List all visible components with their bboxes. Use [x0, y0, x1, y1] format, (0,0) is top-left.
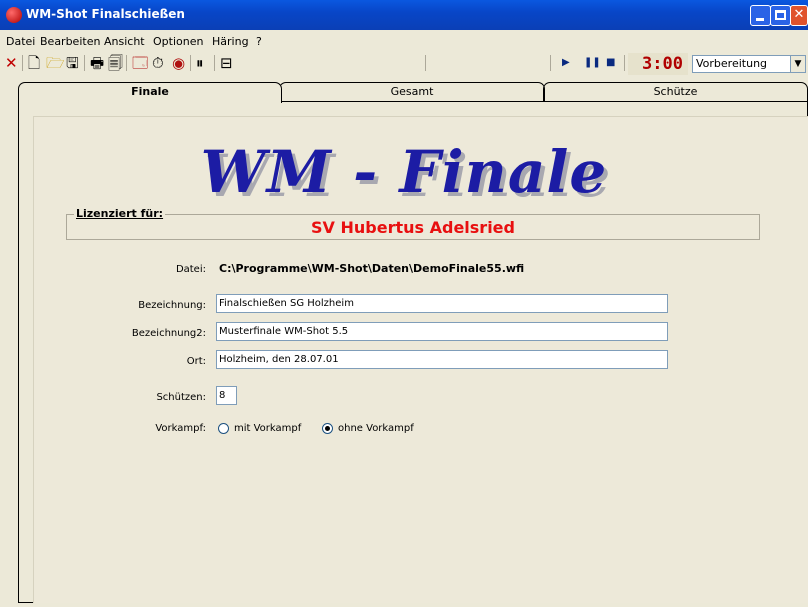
save-icon[interactable]: 🖫: [66, 54, 79, 72]
maximize-button[interactable]: [770, 5, 791, 26]
play-icon[interactable]: ▶: [562, 54, 570, 72]
new-doc-icon[interactable]: 🗋: [28, 54, 40, 72]
print-icon[interactable]: 🖶: [90, 54, 104, 72]
tab-finale[interactable]: Finale: [18, 82, 282, 103]
ort-label: Ort:: [186, 356, 206, 367]
file-path: C:\Programme\WM-Shot\Daten\DemoFinale55.…: [219, 262, 525, 275]
toolbar-separator: [624, 55, 625, 71]
menu-bearbeiten[interactable]: Bearbeiten: [40, 35, 100, 48]
stopwatch-icon[interactable]: ⏱: [152, 54, 164, 72]
menu-help[interactable]: ?: [256, 35, 262, 48]
toolbar-separator: [84, 55, 85, 71]
schuetzen-label: Schützen:: [156, 392, 206, 403]
ort-field[interactable]: Holzheim, den 28.07.01: [216, 350, 668, 369]
bezeichnung2-label: Bezeichnung2:: [131, 328, 206, 339]
radio-ohne-vorkampf[interactable]: [322, 423, 333, 434]
print-preview-icon[interactable]: 🗐: [108, 54, 123, 72]
mode-select[interactable]: Vorbereitung ▼: [692, 55, 806, 73]
chevron-down-icon[interactable]: ▼: [790, 56, 805, 72]
file-label: Datei:: [175, 264, 206, 275]
radio-ohne-vorkampf-label[interactable]: ohne Vorkampf: [338, 423, 414, 434]
minimize-button[interactable]: [750, 5, 771, 26]
toolbar-separator: [190, 55, 191, 71]
open-folder-icon[interactable]: 🗁: [46, 54, 65, 72]
toolbar-separator: [22, 55, 23, 71]
close-window-button[interactable]: ✕: [790, 5, 808, 26]
tab-schuetze[interactable]: Schütze: [543, 82, 808, 101]
mode-select-value: Vorbereitung: [696, 57, 768, 70]
bezeichnung-label: Bezeichnung:: [138, 300, 206, 311]
pause-icon[interactable]: ❚❚: [584, 54, 601, 72]
license-holder: SV Hubertus Adelsried: [311, 218, 515, 237]
radio-mit-vorkampf[interactable]: [218, 423, 229, 434]
shooter-icon[interactable]: ⏸: [196, 54, 204, 72]
menu-bar: Datei Bearbeiten Ansicht Optionen Häring…: [0, 33, 808, 50]
tab-gesamt[interactable]: Gesamt: [279, 82, 545, 101]
display-icon[interactable]: 🗔: [132, 54, 148, 72]
schuetzen-field[interactable]: 8: [216, 386, 237, 405]
toolbar-separator: [126, 55, 127, 71]
toolbar-separator: [425, 55, 426, 71]
radio-mit-vorkampf-label[interactable]: mit Vorkampf: [234, 423, 301, 434]
app-icon: [6, 7, 22, 23]
toolbar-separator: [214, 55, 215, 71]
menu-haering[interactable]: Häring: [212, 35, 249, 48]
bezeichnung2-field[interactable]: Musterfinale WM-Shot 5.5: [216, 322, 668, 341]
headline: WM - Finale: [200, 138, 608, 206]
menu-datei[interactable]: Datei: [6, 35, 35, 48]
close-icon[interactable]: ✕: [5, 54, 18, 72]
list-icon[interactable]: ⊟: [220, 54, 233, 72]
stop-icon[interactable]: ■: [606, 54, 615, 72]
timer-display: 3:00: [628, 53, 688, 75]
bezeichnung-field[interactable]: Finalschießen SG Holzheim: [216, 294, 668, 313]
vorkampf-label: Vorkampf:: [155, 423, 206, 434]
menu-ansicht[interactable]: Ansicht: [104, 35, 145, 48]
title-bar: WM-Shot Finalschießen ✕: [0, 0, 808, 30]
toolbar-separator: [550, 55, 551, 71]
menu-optionen[interactable]: Optionen: [153, 35, 203, 48]
window-title: WM-Shot Finalschießen: [26, 7, 185, 21]
target-icon[interactable]: ◉: [172, 54, 185, 72]
